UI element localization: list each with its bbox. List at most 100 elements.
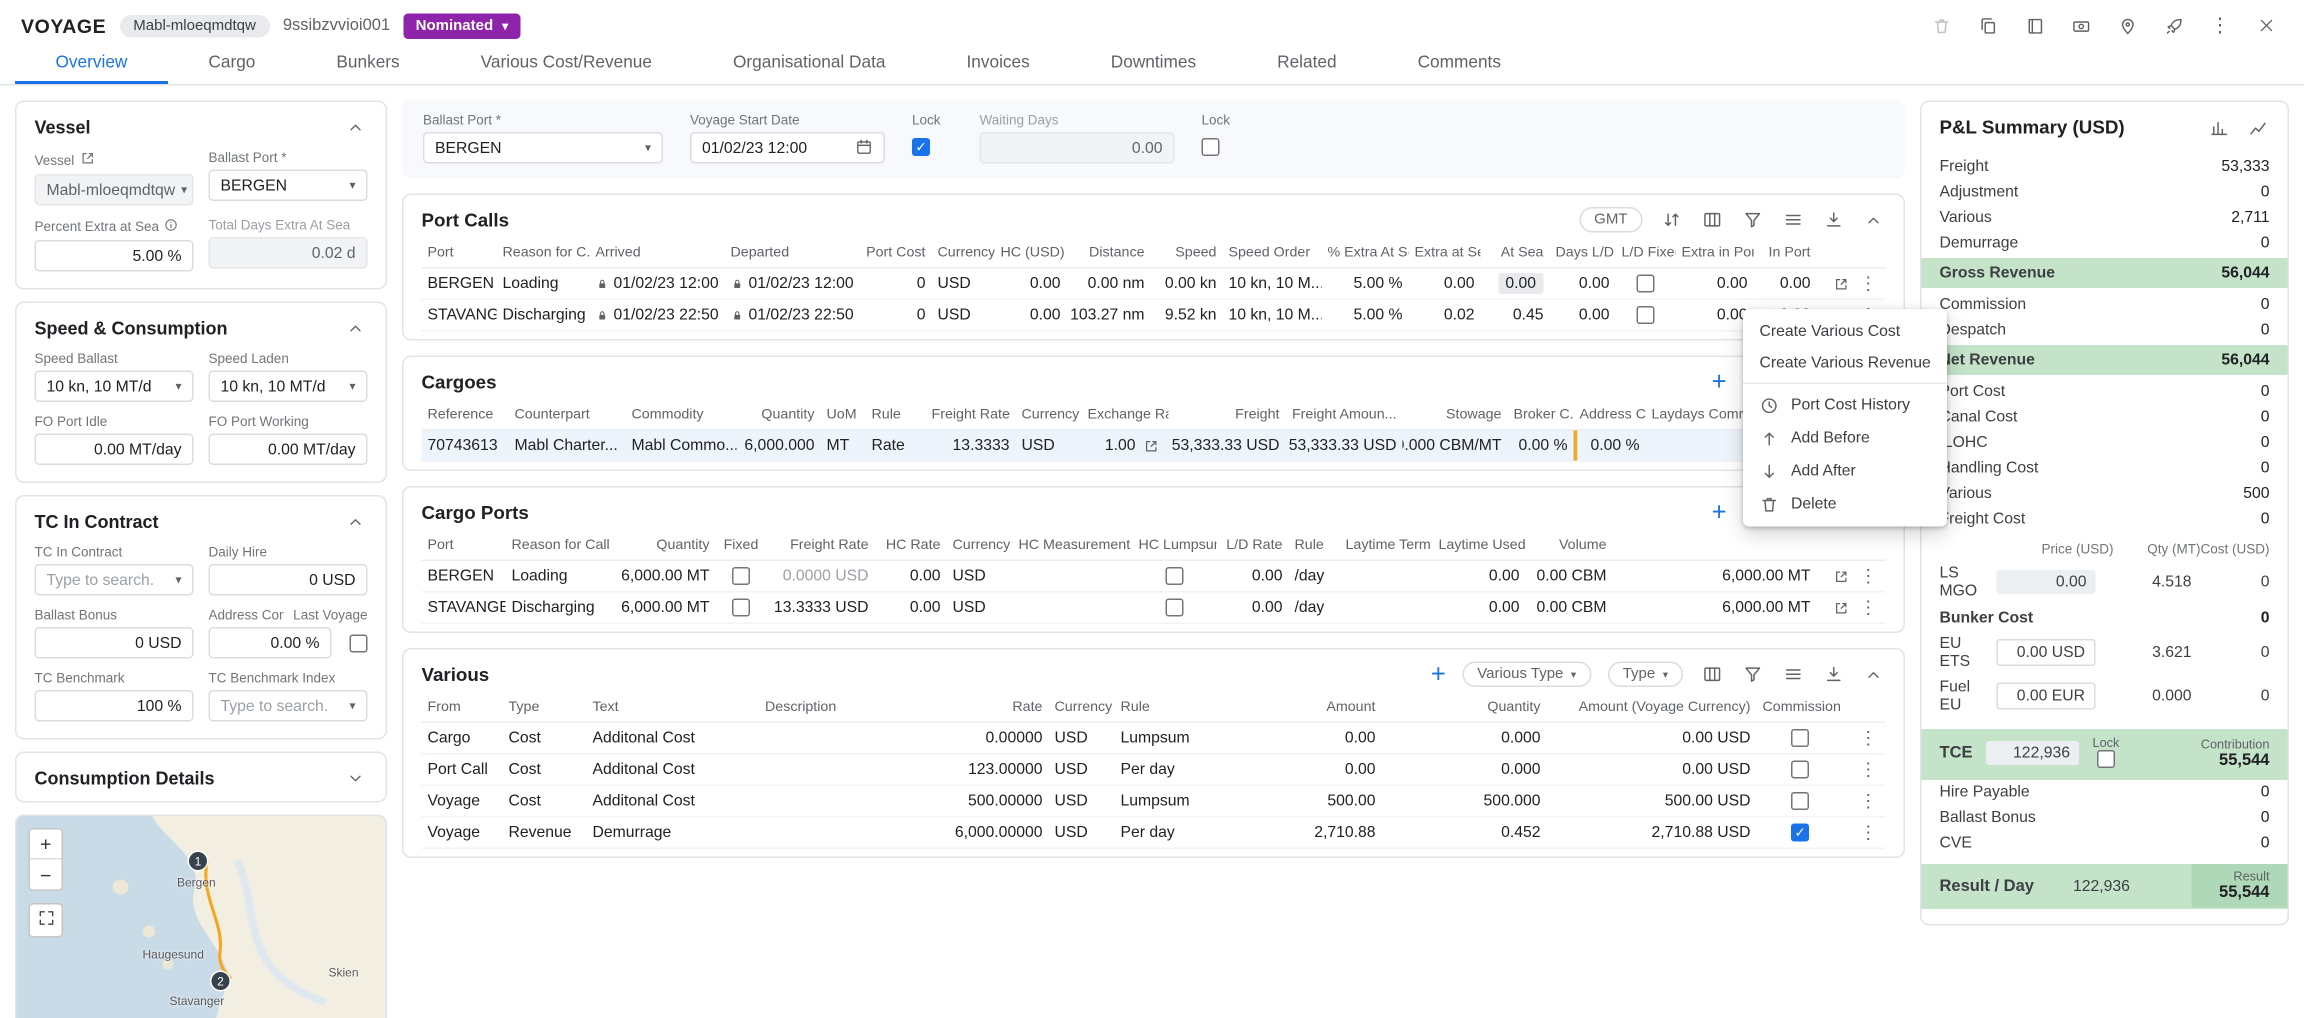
tab[interactable]: Overview	[15, 45, 168, 84]
fo-port-working-input[interactable]: 0.00 MT/day	[209, 434, 368, 466]
collapse-icon[interactable]	[1862, 208, 1886, 232]
cell-currency[interactable]: USD	[1049, 723, 1115, 755]
col-address[interactable]: Address C.	[1574, 399, 1646, 431]
cell-ld_fixed[interactable]	[1616, 300, 1676, 332]
cell-actions[interactable]: ⋮	[1844, 818, 1886, 850]
cell-port_cost[interactable]: 0	[860, 300, 932, 332]
col-days_ld[interactable]: Days L/D	[1550, 237, 1616, 269]
ld_fixed-checkbox[interactable]	[1637, 275, 1655, 293]
col-qty2[interactable]	[1613, 530, 1817, 562]
cell-volume[interactable]: 0.00 CBM	[1526, 593, 1613, 625]
map-marker-1[interactable]: 1	[188, 851, 209, 872]
ballast-port-select[interactable]: BERGEN▾	[423, 132, 663, 164]
col-commodity[interactable]: Commodity	[626, 399, 737, 431]
cell-from[interactable]: Voyage	[422, 786, 503, 818]
chart-bar-icon[interactable]	[2207, 116, 2231, 140]
fuel-eu-price-input[interactable]: 0.00 EUR	[1997, 683, 2096, 710]
collapse-icon[interactable]	[344, 510, 368, 534]
col-volume[interactable]: Volume	[1526, 530, 1613, 562]
col-freight_amount[interactable]: Freight Amoun...	[1286, 399, 1403, 431]
add-cargo-button[interactable]: +	[1712, 369, 1727, 395]
col-rule[interactable]: Rule	[1289, 530, 1340, 562]
cell-rate[interactable]: 123.00000	[947, 755, 1049, 787]
cell-speed[interactable]: 9.52 kn	[1151, 300, 1223, 332]
cell-amount_vc[interactable]: 0.00 USD	[1547, 723, 1757, 755]
cell-laytime_term[interactable]	[1340, 561, 1433, 593]
col-freight[interactable]: Freight	[1169, 399, 1286, 431]
percent-extra-input[interactable]: 5.00 %	[35, 240, 194, 272]
tc-benchmark-input[interactable]: 100 %	[35, 690, 194, 722]
col-port[interactable]: Port	[422, 237, 497, 269]
commission-checkbox[interactable]	[1791, 792, 1809, 810]
commission-checkbox[interactable]: ✓	[1791, 824, 1809, 842]
ls-mgo-price-input[interactable]: 0.00	[1997, 569, 2096, 593]
cell-type[interactable]: Cost	[503, 786, 587, 818]
download-icon[interactable]	[1821, 662, 1845, 686]
cell-quantity[interactable]: 500.000	[1382, 786, 1547, 818]
various-type-filter[interactable]: Various Type▾	[1462, 662, 1591, 688]
collapse-icon[interactable]	[344, 116, 368, 140]
tab[interactable]: Downtimes	[1070, 45, 1236, 84]
filter-icon[interactable]	[1740, 662, 1764, 686]
cell-commodity[interactable]: Mabl Commo...	[626, 431, 737, 463]
row-menu-icon[interactable]: ⋮	[1857, 566, 1880, 587]
address-commission-input[interactable]: 0.00 %	[209, 627, 332, 659]
chart-line-icon[interactable]	[2246, 116, 2270, 140]
col-amount[interactable]: Amount	[1202, 692, 1382, 724]
col-commission[interactable]: Commission	[1757, 692, 1844, 724]
cell-arrived[interactable]: 01/02/23 22:50	[590, 300, 725, 332]
ballast-bonus-input[interactable]: 0 USD	[35, 627, 194, 659]
col-stowage[interactable]: Stowage	[1403, 399, 1508, 431]
cell-laytime_term[interactable]	[1340, 593, 1433, 625]
cell-reason[interactable]: Discharging	[497, 300, 590, 332]
col-from[interactable]: From	[422, 692, 503, 724]
cell-from[interactable]: Port Call	[422, 755, 503, 787]
cell-uom[interactable]: MT	[821, 431, 866, 463]
map-zoom-in-button[interactable]: +	[30, 830, 62, 860]
density-icon[interactable]	[1781, 208, 1805, 232]
cell-extra_sea[interactable]: 0.02	[1409, 300, 1481, 332]
cell-text[interactable]: Demurrage	[587, 818, 760, 850]
cell-rate[interactable]: 0.00000	[947, 723, 1049, 755]
add-cargo-port-button[interactable]: +	[1712, 500, 1727, 526]
row-menu-icon[interactable]: ⋮	[1857, 791, 1880, 812]
cell-pct_extra[interactable]: 5.00 %	[1322, 300, 1409, 332]
cell-rule[interactable]: /day	[1289, 561, 1340, 593]
timezone-chip[interactable]: GMT	[1579, 207, 1642, 233]
col-laytime_used[interactable]: Laytime Used	[1433, 530, 1526, 562]
copy-icon[interactable]	[1971, 9, 2004, 42]
col-freight_rate[interactable]: Freight Rate	[926, 399, 1016, 431]
eu-ets-price-input[interactable]: 0.00 USD	[1997, 639, 2096, 666]
cell-currency[interactable]: USD	[1016, 431, 1082, 463]
col-hc_measurement[interactable]: HC Measurement	[1013, 530, 1133, 562]
tab[interactable]: Cargo	[168, 45, 296, 84]
col-at_sea[interactable]: At Sea	[1481, 237, 1550, 269]
col-pct_extra[interactable]: % Extra At Sea	[1322, 237, 1409, 269]
cell-rule[interactable]: Rate	[866, 431, 926, 463]
col-broker[interactable]: Broker C.	[1508, 399, 1574, 431]
tce-lock-checkbox[interactable]	[2097, 749, 2115, 767]
cell-hc_rate[interactable]: 0.00	[875, 593, 947, 625]
col-actions[interactable]	[1817, 237, 1886, 269]
tce-input[interactable]: 122,936	[1986, 741, 2079, 765]
cell-commission[interactable]: ✓	[1757, 818, 1844, 850]
col-currency[interactable]: Currency	[1016, 399, 1082, 431]
hc_lumpsum-checkbox[interactable]	[1166, 599, 1184, 617]
col-speed[interactable]: Speed	[1151, 237, 1223, 269]
cell-hc_rate[interactable]: 0.00	[875, 561, 947, 593]
col-actions[interactable]	[1817, 530, 1886, 562]
col-hc_lumpsum[interactable]: HC Lumpsum	[1133, 530, 1217, 562]
tc-benchmark-index-select[interactable]: Type to search.▾	[209, 690, 368, 722]
cell-fixed[interactable]	[716, 593, 767, 625]
cash-icon[interactable]	[2064, 9, 2097, 42]
cell-quantity[interactable]: 6,000.00 MT	[614, 593, 716, 625]
col-distance[interactable]: Distance	[1067, 237, 1151, 269]
cell-rate[interactable]: 6,000.00000	[947, 818, 1049, 850]
col-quantity[interactable]: Quantity	[1382, 692, 1547, 724]
cell-at_sea[interactable]: 0.45	[1481, 300, 1550, 332]
commission-checkbox[interactable]	[1791, 761, 1809, 779]
cell-commission[interactable]	[1757, 786, 1844, 818]
context-menu-item-add-after[interactable]: Add After	[1743, 455, 1947, 488]
cell-extra_port[interactable]: 0.00	[1676, 300, 1754, 332]
row-menu-icon[interactable]: ⋮	[1857, 822, 1880, 843]
